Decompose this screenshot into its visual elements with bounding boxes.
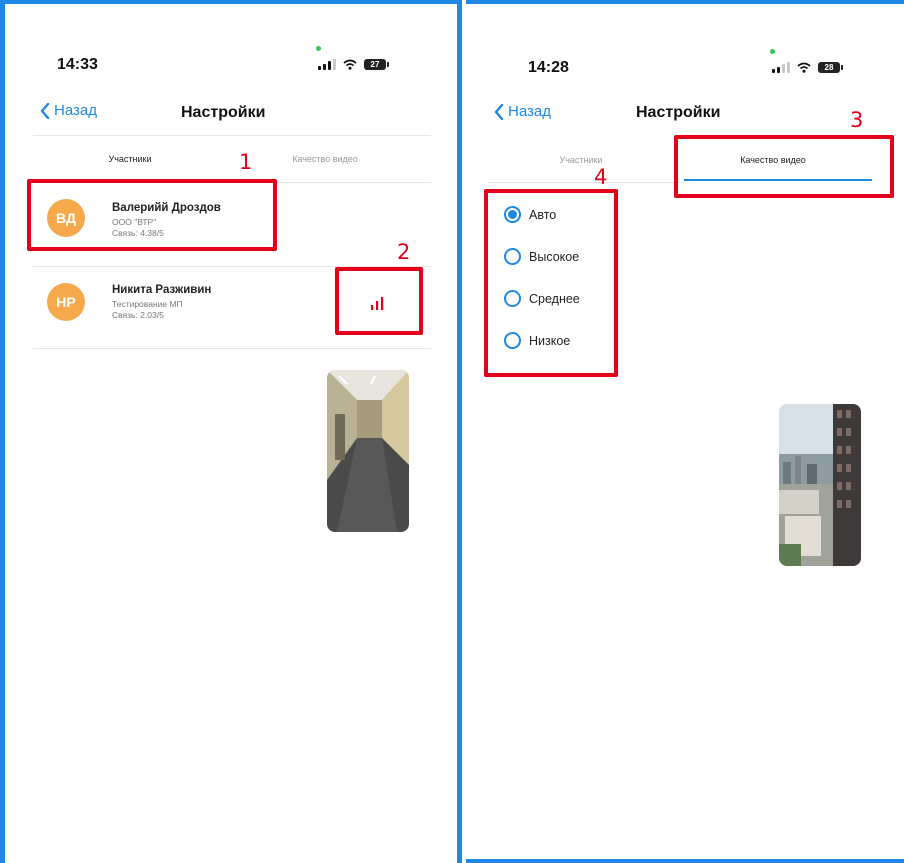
tabs-divider [488,182,684,183]
nav-divider [33,135,431,136]
row-divider [33,348,431,349]
back-label: Назад [508,103,551,120]
chevron-left-icon [40,102,50,119]
annotation-4: 4 [594,165,608,189]
highlight-box-4 [484,189,618,377]
status-time: 14:28 [528,59,569,76]
annotation-3: 3 [850,108,864,132]
participant-org: Тестирование МП [112,299,183,309]
status-time: 14:33 [57,56,98,73]
highlight-box-3 [674,135,894,198]
wifi-icon [797,62,811,73]
signal-strength-icon [371,297,384,310]
annotation-2: 2 [397,240,411,264]
right-screen: 14:28 28 Назад Настройки 3 Участники Кач… [466,0,904,863]
wifi-icon [343,59,357,70]
video-frame-image [327,370,409,532]
tab-participants[interactable]: Участники [65,154,195,164]
cellular-signal-icon [318,59,336,70]
video-frame-image [779,404,861,566]
page-title: Настройки [636,104,721,121]
participant-connection: Связь: 2.03/5 [112,310,164,320]
back-label: Назад [54,102,97,119]
cellular-signal-icon [772,62,790,73]
highlight-box-1 [27,179,277,251]
left-screen: 14:33 27 Назад Настройки Участники Качес… [0,0,462,863]
status-icons: 27 [318,59,389,70]
participant-name: Никита Разживин [112,284,212,296]
page-title: Настройки [181,104,266,121]
back-button[interactable]: Назад [40,102,97,119]
tab-participants[interactable]: Участники [516,155,646,165]
self-video-preview[interactable] [327,370,409,532]
chevron-left-icon [494,103,504,120]
status-icons: 28 [772,62,843,73]
battery-icon: 28 [818,62,843,73]
status-indicator-dot [316,46,321,51]
annotation-1: 1 [239,150,253,174]
status-indicator-dot [770,49,775,54]
avatar: НР [47,283,85,321]
back-button[interactable]: Назад [494,103,551,120]
battery-icon: 27 [364,59,389,70]
self-video-preview[interactable] [779,404,861,566]
tab-video-quality[interactable]: Качество видео [260,154,390,164]
